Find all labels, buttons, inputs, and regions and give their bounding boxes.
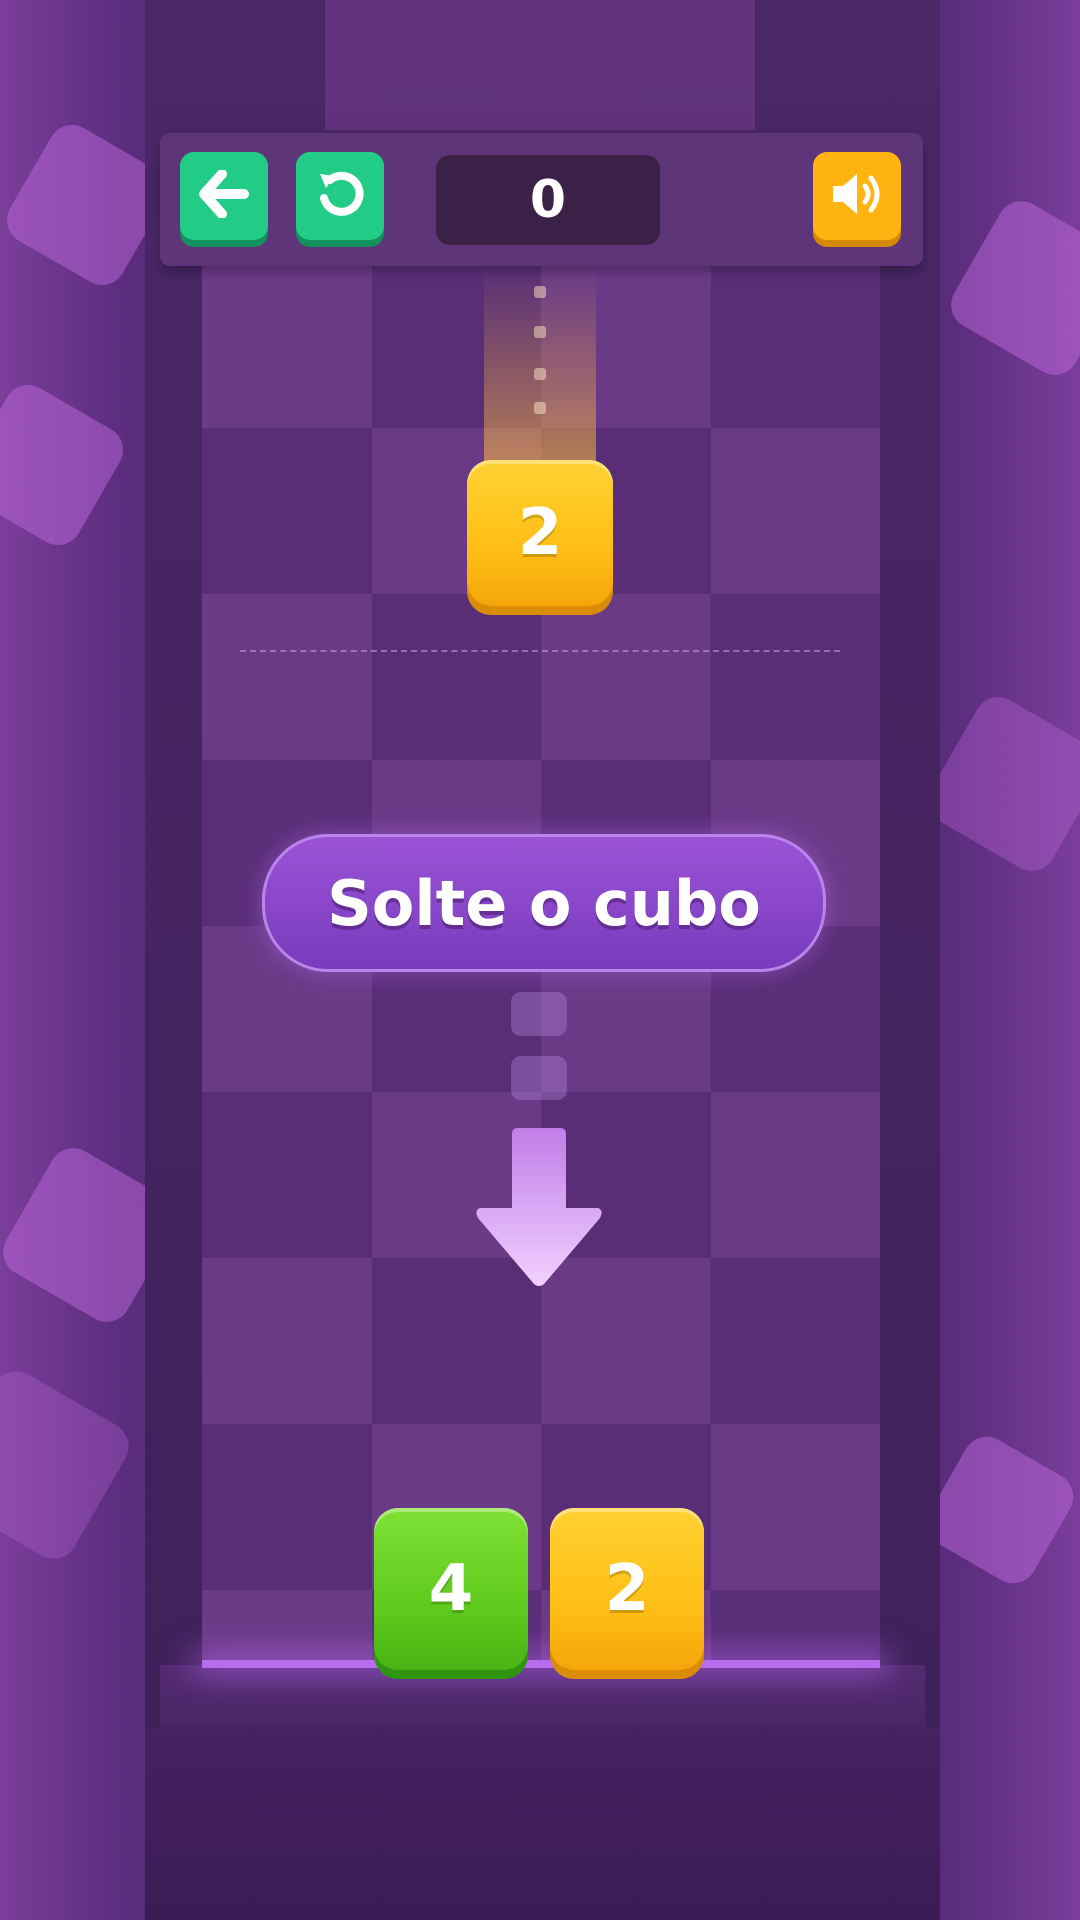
restart-icon (314, 168, 366, 224)
board-floor (160, 1665, 925, 1727)
board-cell (202, 1092, 372, 1258)
restart-button[interactable] (296, 152, 384, 240)
arrow-left-icon (198, 169, 250, 222)
trail-particle (534, 402, 546, 414)
board-cell (371, 594, 541, 760)
background-tile (918, 1428, 1080, 1592)
board-cell (710, 428, 880, 594)
board-cell (710, 262, 880, 428)
back-button[interactable] (180, 152, 268, 240)
background-tile (919, 688, 1080, 880)
board-cell (202, 1258, 372, 1424)
stacked-cube: 4 (374, 1508, 528, 1670)
hint-text: Solte o cubo (327, 866, 761, 940)
score-display: 0 (436, 155, 660, 245)
arrow-down-icon (474, 1128, 604, 1288)
board-cell (202, 262, 372, 428)
sound-toggle-button[interactable] (813, 152, 901, 240)
bottom-band (145, 1727, 940, 1920)
board-cell (710, 594, 880, 760)
board-cell (202, 1590, 372, 1667)
board-cell (202, 428, 372, 594)
board-cell (202, 594, 372, 760)
hint-banner: Solte o cubo (262, 834, 826, 972)
frame-highlight (325, 0, 755, 130)
board-cell (202, 1424, 372, 1590)
trail-particle (534, 368, 546, 380)
guide-marker (511, 992, 567, 1036)
floor-glow (202, 1660, 880, 1668)
guide-marker (511, 1056, 567, 1100)
background-tile (0, 1362, 138, 1568)
board-cell (710, 1424, 880, 1590)
drop-limit-line (240, 650, 840, 652)
falling-cube[interactable]: 2 (467, 460, 613, 606)
trail-particle (534, 286, 546, 298)
board-cell (710, 1092, 880, 1258)
trail-particle (534, 326, 546, 338)
background-tile (0, 376, 132, 554)
score-value: 0 (529, 170, 567, 230)
background-tile (942, 192, 1080, 384)
stacked-cube: 2 (550, 1508, 704, 1670)
board-cell (710, 1258, 880, 1424)
board-cell (541, 594, 711, 760)
speaker-on-icon (829, 170, 885, 222)
board-cell (710, 1590, 880, 1667)
